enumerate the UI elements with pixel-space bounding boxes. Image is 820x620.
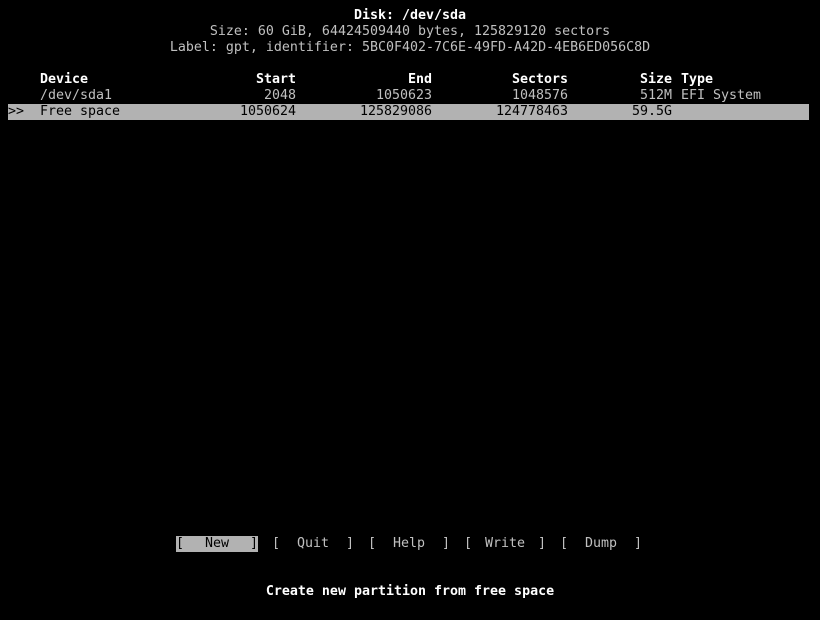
partition-sectors: 1048576 [511, 88, 568, 103]
partition-end: 1050623 [375, 88, 432, 103]
column-header-start: Start [255, 72, 296, 87]
partition-type: EFI System [681, 88, 762, 103]
partition-start: 1050624 [239, 104, 296, 119]
help-button[interactable]: [ Help ] [368, 536, 450, 552]
dump-button[interactable]: [ Dump ] [560, 536, 642, 552]
action-menu-bar: [ New ] [ Quit ] [ Help ] [ Write ] [ Du… [0, 536, 820, 552]
partition-end: 125829086 [359, 104, 432, 119]
column-header-end: End [407, 72, 432, 87]
help-hint-text: Create new partition from free space [265, 584, 555, 599]
partition-row-free-space[interactable]: >> Free space 1050624 125829086 12477846… [8, 104, 809, 120]
button-label: Help [392, 536, 426, 551]
partition-size: 59.5G [631, 104, 672, 119]
quit-button[interactable]: [ Quit ] [272, 536, 354, 552]
button-label: Write [484, 536, 526, 551]
button-bracket-close: ] [441, 536, 450, 551]
partition-start: 2048 [263, 88, 296, 103]
row-selection-marker: >> [8, 104, 25, 119]
disk-size-info: Size: 60 GiB, 64424509440 bytes, 1258291… [209, 24, 611, 39]
table-header: Device Start End Sectors Size Type [8, 72, 809, 88]
button-label: Dump [584, 536, 618, 551]
button-bracket-close: ] [249, 536, 258, 551]
button-bracket-close: ] [633, 536, 642, 551]
button-bracket-close: ] [537, 536, 546, 551]
column-header-type: Type [681, 72, 714, 87]
partition-sectors: 124778463 [495, 104, 568, 119]
write-button[interactable]: [ Write ] [464, 536, 546, 552]
button-label: Quit [296, 536, 330, 551]
disk-title: Disk: /dev/sda [353, 8, 467, 23]
partition-row-sda1[interactable]: /dev/sda1 2048 1050623 1048576 512M EFI … [8, 88, 809, 104]
disk-label-info: Label: gpt, identifier: 5BC0F402-7C6E-49… [169, 40, 651, 55]
button-label: New [204, 536, 230, 551]
partition-size: 512M [639, 88, 672, 103]
column-header-sectors: Sectors [511, 72, 568, 87]
new-button[interactable]: [ New ] [176, 536, 258, 552]
column-header-size: Size [639, 72, 672, 87]
button-bracket-close: ] [345, 536, 354, 551]
